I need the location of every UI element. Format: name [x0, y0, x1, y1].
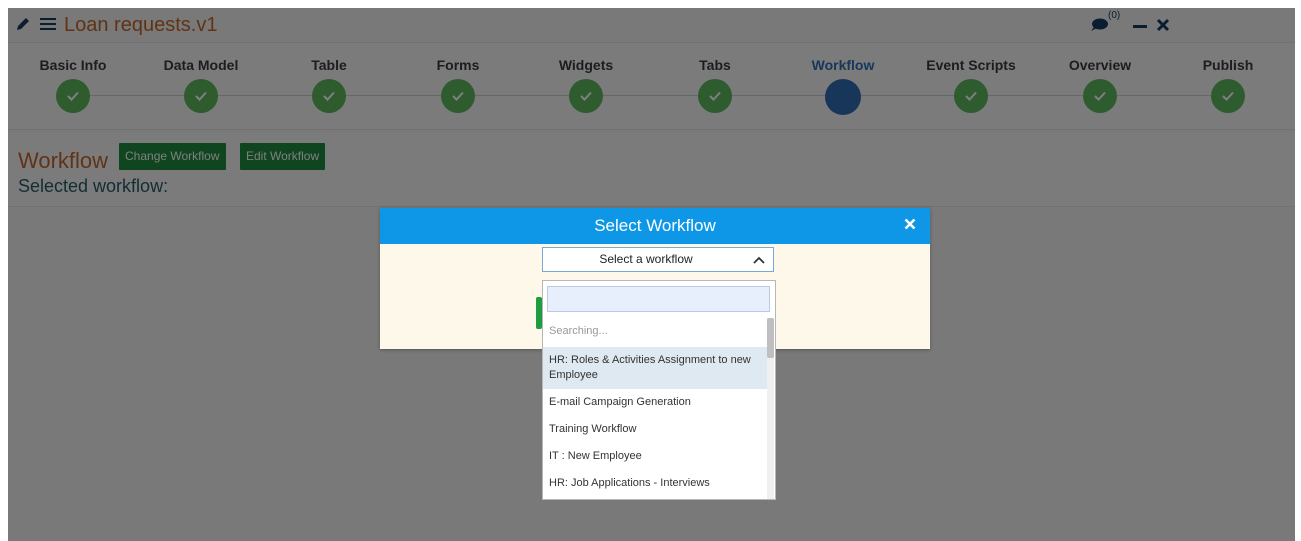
dialog-header: Select Workflow [380, 208, 930, 244]
dropdown-option[interactable]: HR: Job Applications - Interviews [543, 470, 767, 497]
dropdown-option[interactable]: Training Workflow [543, 416, 767, 443]
dropdown-option[interactable]: IT : New Employee [543, 443, 767, 470]
dialog-title: Select Workflow [594, 216, 716, 235]
dropdown-option[interactable]: E-mail Campaign Generation [543, 389, 767, 416]
select-value: Select a workflow [599, 252, 693, 266]
dropdown-option[interactable]: HR: Roles & Activities Assignment to new… [543, 347, 767, 389]
workflow-select[interactable]: Select a workflow [542, 247, 774, 272]
scrollbar-thumb[interactable] [767, 318, 774, 358]
workflow-dropdown: Searching... HR: Roles & Activities Assi… [542, 280, 776, 500]
chevron-up-icon [753, 256, 765, 264]
dropdown-scrollbar[interactable] [767, 318, 774, 499]
dropdown-status: Searching... [549, 325, 608, 337]
dropdown-search-input[interactable] [547, 286, 770, 312]
dropdown-options: Searching... HR: Roles & Activities Assi… [543, 318, 767, 497]
close-icon[interactable] [904, 218, 916, 230]
